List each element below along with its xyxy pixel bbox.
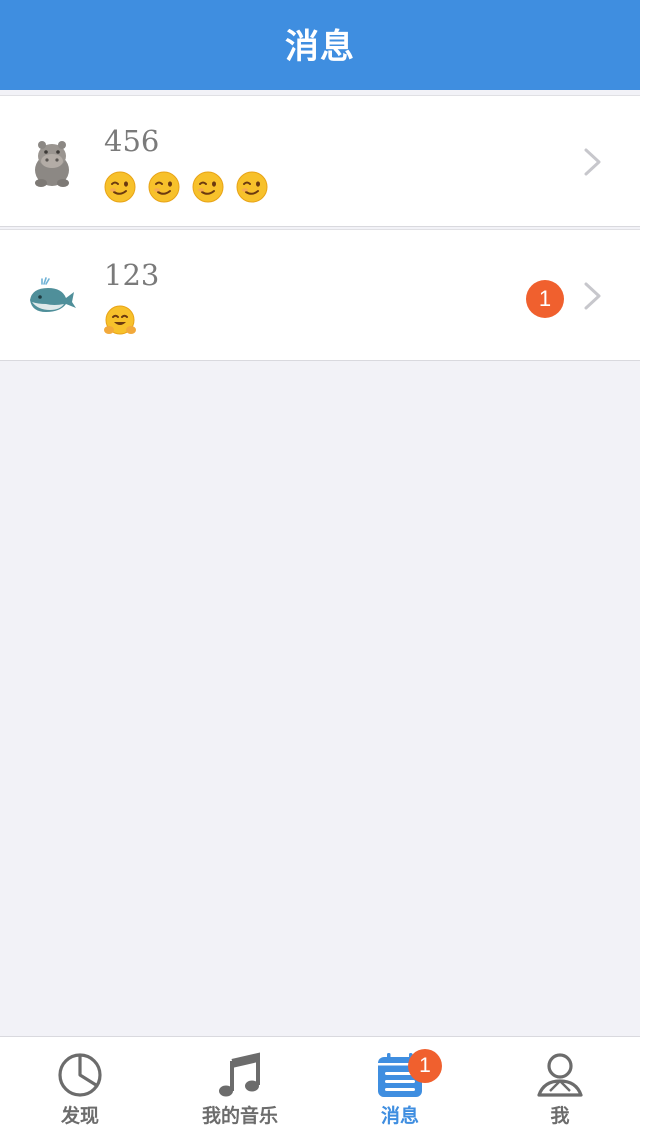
conversation-row-123[interactable]: 123 1: [0, 229, 640, 361]
page-title: 消息: [285, 26, 355, 67]
app-screen: 消息 456 123 1 发现 我的音乐 1 消息 我: [0, 0, 640, 1142]
unread-count-badge: 1: [526, 280, 564, 318]
conversation-name: 456: [104, 124, 160, 158]
conversation-last-message: [104, 304, 148, 338]
nav-header: 消息: [0, 0, 640, 90]
hippo-avatar-icon: [35, 141, 69, 187]
chevron-right-icon: [584, 282, 601, 310]
winking-face-emoji-icon: [236, 171, 268, 203]
tab-label: 我: [550, 1105, 570, 1127]
chevron-right-icon: [584, 148, 601, 176]
bottom-tab-bar: 发现 我的音乐 1 消息 我: [0, 1036, 640, 1142]
tab-messages[interactable]: 1 消息: [320, 1037, 480, 1142]
tab-badge: 1: [408, 1049, 442, 1083]
person-icon: [537, 1053, 583, 1097]
tab-label: 发现: [60, 1105, 99, 1127]
winking-face-emoji-icon: [148, 171, 180, 203]
conversation-last-message: [104, 170, 280, 204]
tab-label: 消息: [380, 1105, 419, 1127]
conversation-list: 456 123 1: [0, 95, 640, 361]
winking-face-emoji-icon: [104, 171, 136, 203]
pie-chart-icon: [58, 1053, 102, 1097]
whale-avatar-icon: [30, 277, 76, 312]
tab-discover[interactable]: 发现: [0, 1037, 160, 1142]
winking-face-emoji-icon: [192, 171, 224, 203]
conversation-name: 123: [104, 258, 160, 292]
tab-label: 我的音乐: [201, 1105, 278, 1127]
hugging-face-emoji-icon: [104, 305, 136, 335]
conversation-row-456[interactable]: 456: [0, 95, 640, 227]
tab-me[interactable]: 我: [480, 1037, 640, 1142]
tab-my-music[interactable]: 我的音乐: [160, 1037, 320, 1142]
page-edge: [640, 0, 646, 1142]
music-note-icon: [219, 1052, 260, 1097]
